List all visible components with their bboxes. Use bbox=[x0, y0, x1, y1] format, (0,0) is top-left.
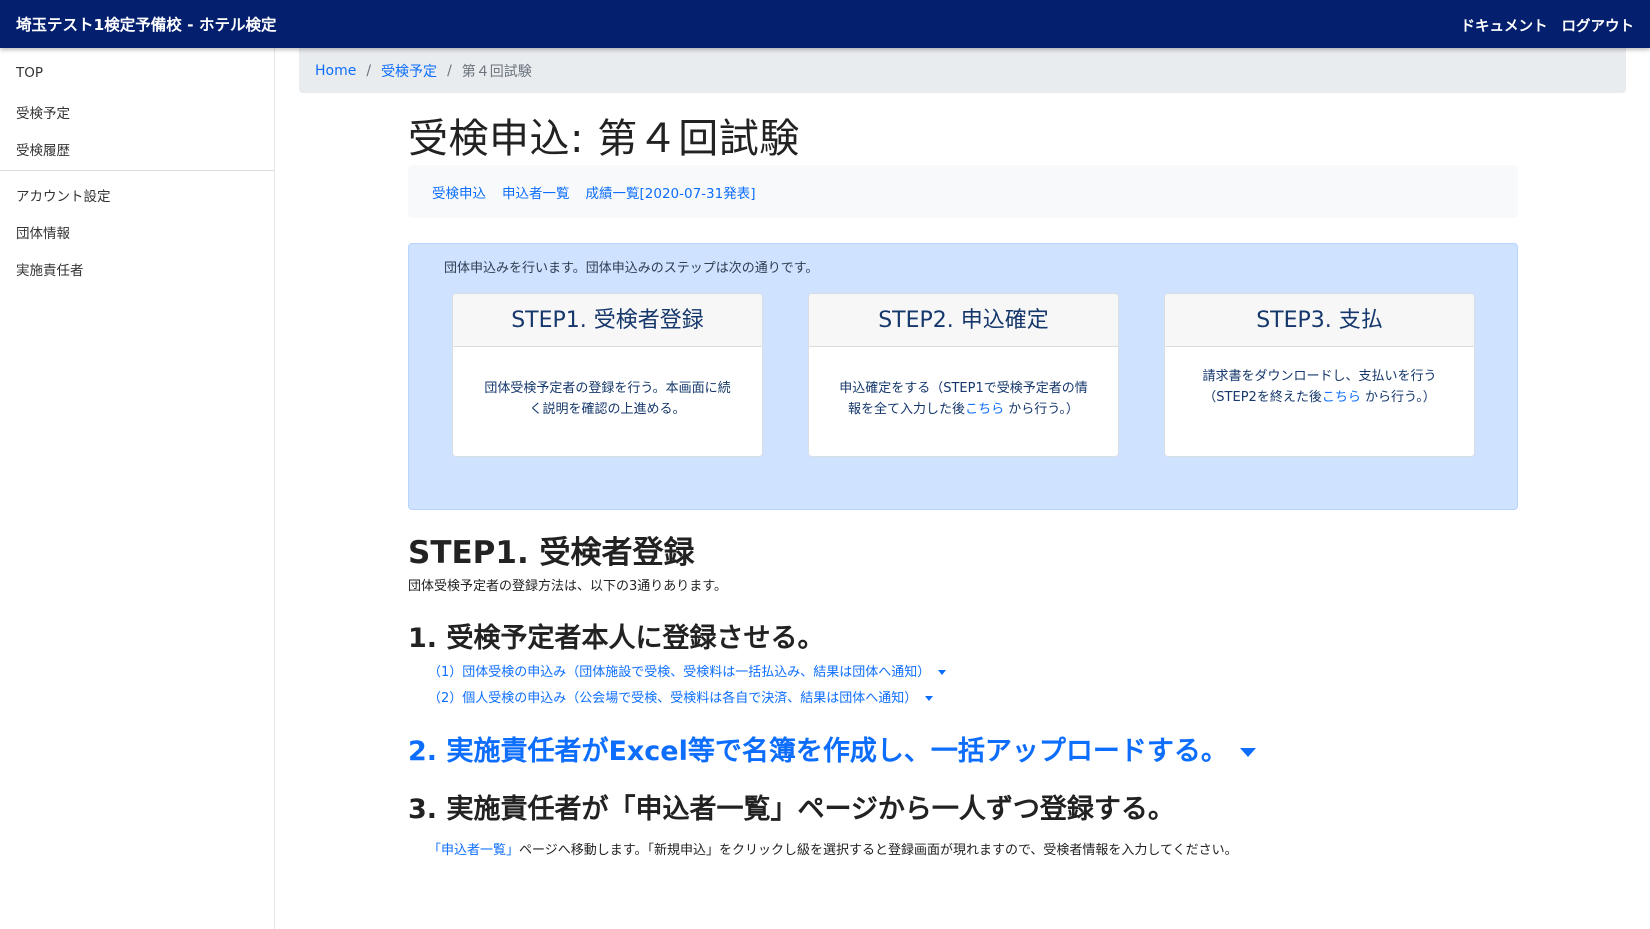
step1-body-line1: 団体受検予定者の登録を行う。本画面に続 bbox=[484, 381, 731, 396]
step2-body-line1: 申込確定をする（STEP1で受検予定者の情 bbox=[839, 381, 1088, 396]
sub-navigation: 受検申込 申込者一覧 成績一覧[2020-07-31発表] bbox=[408, 165, 1518, 218]
sidebar-item-account-settings[interactable]: アカウント設定 bbox=[16, 185, 111, 205]
section-title: STEP1. 受検者登録 bbox=[408, 535, 695, 571]
steps-info-box: 団体申込みを行います。団体申込みのステップは次の通りです。 STEP1. 受検者… bbox=[408, 243, 1518, 510]
steps-intro: 団体申込みを行います。団体申込みのステップは次の通りです。 bbox=[444, 261, 819, 276]
step3-body: 請求書をダウンロードし、支払いを行う （STEP2を終えた後こちら から行う。） bbox=[1165, 366, 1474, 408]
method3-description-text: ページへ移動します。「新規申込」をクリックし級を選択すると登録画面が現れますので… bbox=[519, 843, 1238, 858]
breadcrumb-home[interactable]: Home bbox=[315, 63, 356, 79]
breadcrumb-separator: / bbox=[366, 62, 372, 79]
sidebar-item-administrator[interactable]: 実施責任者 bbox=[16, 259, 84, 279]
sidebar-item-group-info[interactable]: 団体情報 bbox=[16, 222, 70, 242]
subnav-applicant-list[interactable]: 申込者一覧 bbox=[502, 182, 570, 202]
sidebar-item-history[interactable]: 受検履歴 bbox=[16, 139, 70, 159]
subnav-results[interactable]: 成績一覧[2020-07-31発表] bbox=[586, 182, 756, 202]
breadcrumb: Home / 受検予定 / 第４回試験 bbox=[299, 48, 1626, 93]
step2-here-link[interactable]: こちら bbox=[965, 402, 1004, 417]
caret-down-icon bbox=[925, 696, 934, 701]
method1-option2-toggle[interactable]: （2）個人受検の申込み（公会場で受検、受検料は各自で決済、結果は団体へ通知） bbox=[428, 687, 934, 706]
step2-body-line2-post: から行う。） bbox=[1004, 402, 1079, 417]
step1-body-line2: く説明を確認の上進める。 bbox=[529, 402, 686, 417]
step3-here-link[interactable]: こちら bbox=[1322, 390, 1361, 405]
step3-body-line2-pre: （STEP2を終えた後 bbox=[1203, 390, 1322, 405]
caret-down-icon bbox=[938, 670, 947, 675]
step3-card: STEP3. 支払 請求書をダウンロードし、支払いを行う （STEP2を終えた後… bbox=[1164, 293, 1475, 457]
navbar-links: ドキュメント ログアウト bbox=[1461, 15, 1635, 36]
step3-body-line2-post: から行う。） bbox=[1360, 390, 1436, 405]
method1-option1-toggle[interactable]: （1）団体受検の申込み（団体施設で受検、受検料は一括払込み、結果は団体へ通知） bbox=[428, 661, 947, 680]
step1-title: STEP1. 受検者登録 bbox=[453, 294, 762, 347]
subnav-apply[interactable]: 受検申込 bbox=[432, 182, 486, 202]
applicant-list-link[interactable]: 「申込者一覧」 bbox=[428, 843, 519, 858]
breadcrumb-current: 第４回試験 bbox=[461, 63, 532, 80]
breadcrumb-scheduled[interactable]: 受検予定 bbox=[381, 61, 437, 81]
step3-title: STEP3. 支払 bbox=[1165, 294, 1474, 347]
step2-card: STEP2. 申込確定 申込確定をする（STEP1で受検予定者の情 報を全て入力… bbox=[808, 293, 1119, 457]
step2-body-line2-pre: 報を全て入力した後 bbox=[848, 402, 966, 417]
top-navbar: 埼玉テスト1検定予備校 - ホテル検定 ドキュメント ログアウト bbox=[0, 0, 1650, 48]
method2-heading: 2. 実施責任者がExcel等で名簿を作成し、一括アップロードする。 bbox=[408, 736, 1228, 767]
section-description: 団体受検予定者の登録方法は、以下の3通りあります。 bbox=[408, 579, 727, 594]
sidebar-divider bbox=[0, 170, 274, 171]
caret-down-icon bbox=[1239, 748, 1256, 757]
method1-option1-label: （1）団体受検の申込み（団体施設で受検、受検料は一括払込み、結果は団体へ通知） bbox=[428, 665, 931, 680]
sidebar-item-scheduled[interactable]: 受検予定 bbox=[16, 102, 70, 122]
breadcrumb-separator: / bbox=[447, 62, 452, 79]
method2-toggle[interactable]: 2. 実施責任者がExcel等で名簿を作成し、一括アップロードする。 bbox=[408, 729, 1256, 768]
documents-link[interactable]: ドキュメント bbox=[1461, 15, 1548, 36]
logout-link[interactable]: ログアウト bbox=[1562, 15, 1635, 36]
step2-title: STEP2. 申込確定 bbox=[809, 294, 1118, 347]
method1-option2-label: （2）個人受検の申込み（公会場で受検、受検料は各自で決済、結果は団体へ通知） bbox=[428, 691, 918, 706]
step3-body-line1: 請求書をダウンロードし、支払いを行う bbox=[1202, 369, 1437, 384]
sidebar-item-top[interactable]: TOP bbox=[16, 65, 43, 81]
page-title: 受検申込: 第４回試験 bbox=[408, 116, 800, 162]
step3-body-line2: （STEP2を終えた後こちら から行う。） bbox=[1185, 387, 1454, 408]
step1-body: 団体受検予定者の登録を行う。本画面に続 く説明を確認の上進める。 bbox=[453, 378, 762, 420]
brand-title[interactable]: 埼玉テスト1検定予備校 - ホテル検定 bbox=[16, 13, 277, 35]
step1-card: STEP1. 受検者登録 団体受検予定者の登録を行う。本画面に続 く説明を確認の… bbox=[452, 293, 763, 457]
step2-body: 申込確定をする（STEP1で受検予定者の情 報を全て入力した後こちら から行う。… bbox=[809, 378, 1118, 420]
sidebar: TOP 受検予定 受検履歴 アカウント設定 団体情報 実施責任者 bbox=[0, 48, 275, 929]
method1-heading: 1. 受検予定者本人に登録させる。 bbox=[408, 623, 825, 654]
method3-description: 「申込者一覧」ページへ移動します。「新規申込」をクリックし級を選択すると登録画面… bbox=[428, 839, 1238, 858]
step2-body-line2: 報を全て入力した後こちら から行う。） bbox=[829, 399, 1098, 420]
method3-heading: 3. 実施責任者が「申込者一覧」ページから一人ずつ登録する。 bbox=[408, 794, 1175, 825]
